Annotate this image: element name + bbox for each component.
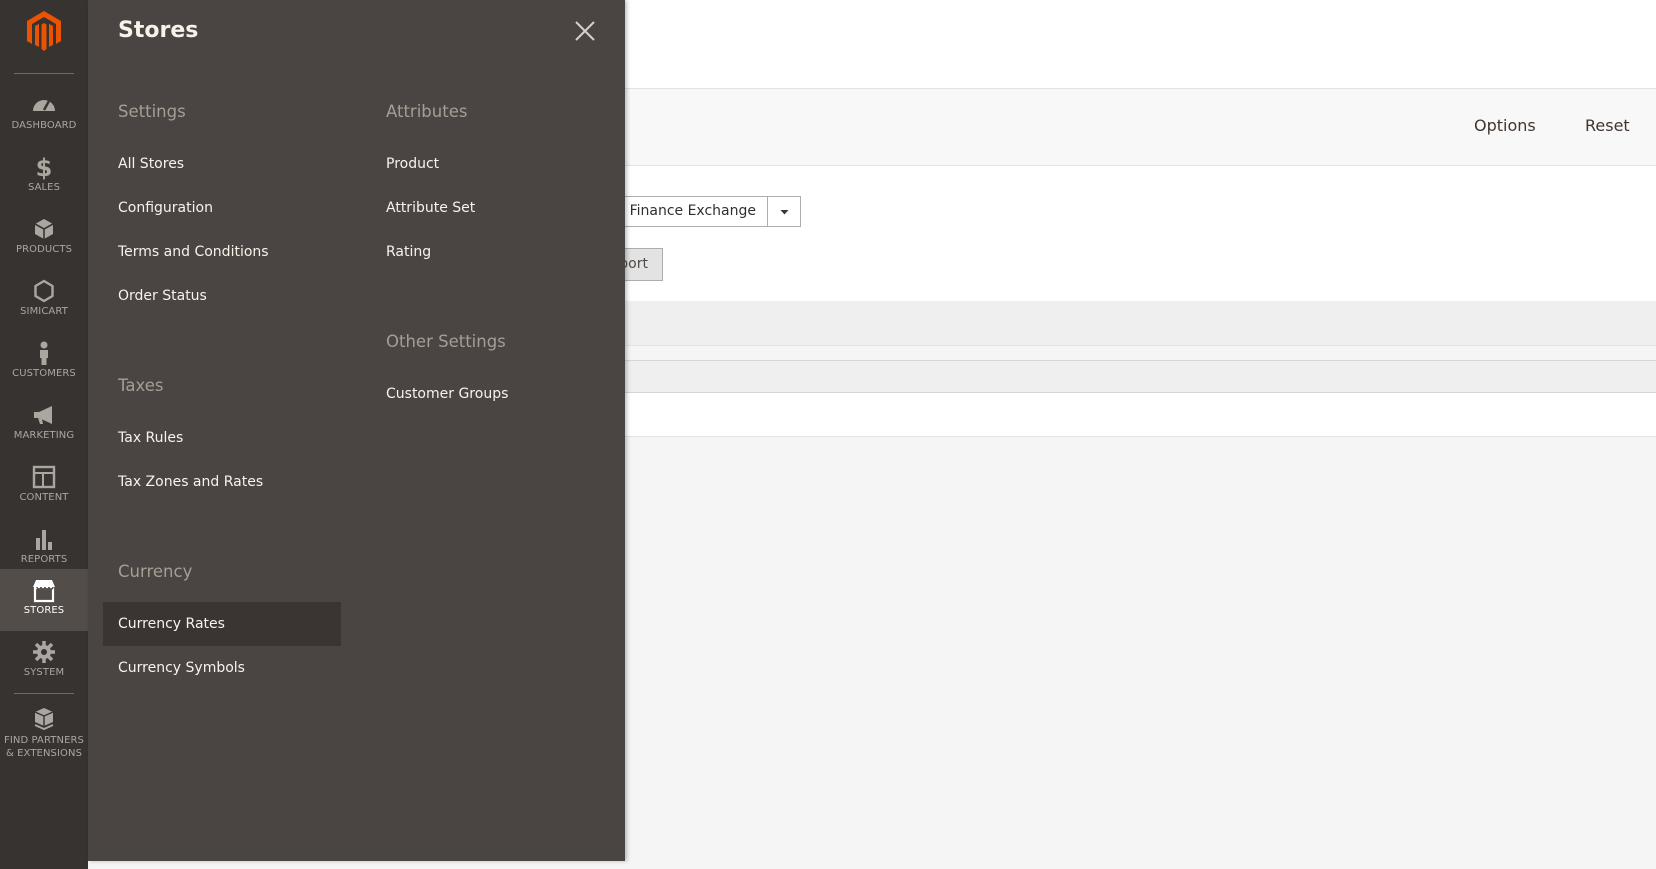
megaphone-icon [34, 406, 52, 424]
menu-item-configuration[interactable]: Configuration [118, 200, 213, 216]
gear-icon [33, 641, 55, 663]
reset-button[interactable]: Reset [1585, 116, 1630, 135]
storefront-icon [33, 580, 55, 603]
person-icon [40, 341, 48, 365]
nav-customers[interactable]: CUSTOMERS [0, 332, 88, 394]
section-attributes-heading: Attributes [386, 102, 468, 121]
nav-marketing[interactable]: MARKETING [0, 394, 88, 456]
nav-products[interactable]: PRODUCTS [0, 208, 88, 270]
nav-sales[interactable]: $ SALES [0, 146, 88, 208]
nav-stores[interactable]: STORES [0, 569, 88, 631]
magento-logo-icon[interactable] [24, 9, 64, 53]
nav-label: DASHBOARD [11, 120, 77, 131]
dollar-icon: $ [36, 154, 53, 180]
boxes-icon [34, 708, 54, 731]
nav-label: SIMICART [20, 306, 68, 317]
stores-flyout-menu: Stores Settings All Stores Configuration… [88, 0, 625, 861]
nav-find-partners[interactable]: FIND PARTNERS & EXTENSIONS [0, 698, 88, 762]
nav-label: CUSTOMERS [12, 368, 76, 379]
nav-simicart[interactable]: SIMICART [0, 270, 88, 332]
cube-icon [34, 219, 54, 239]
section-settings-heading: Settings [118, 102, 186, 121]
hexagon-icon [34, 279, 54, 303]
options-button[interactable]: Options [1474, 116, 1536, 135]
nav-content[interactable]: CONTENT [0, 456, 88, 518]
menu-item-terms-and-conditions[interactable]: Terms and Conditions [118, 244, 269, 260]
nav-label: MARKETING [13, 430, 75, 441]
chevron-down-icon [780, 210, 789, 215]
nav-label: SALES [27, 182, 61, 193]
section-taxes-heading: Taxes [118, 376, 164, 395]
bar-chart-icon [36, 530, 52, 550]
menu-item-tax-zones-and-rates[interactable]: Tax Zones and Rates [118, 474, 263, 490]
menu-item-all-stores[interactable]: All Stores [118, 156, 184, 172]
section-currency-heading: Currency [118, 562, 193, 581]
menu-item-tax-rules[interactable]: Tax Rules [118, 430, 183, 446]
nav-label: REPORTS [20, 554, 68, 565]
nav-label: CONTENT [19, 492, 69, 503]
dashboard-icon [33, 100, 55, 111]
nav-label: & EXTENSIONS [5, 748, 83, 759]
nav-label: STORES [23, 605, 65, 616]
nav-label: SYSTEM [23, 667, 65, 678]
menu-item-attribute-set[interactable]: Attribute Set [386, 200, 475, 216]
menu-item-customer-groups[interactable]: Customer Groups [386, 386, 508, 402]
svg-text:$: $ [36, 154, 53, 180]
nav-divider [14, 693, 74, 694]
menu-item-currency-symbols[interactable]: Currency Symbols [118, 660, 245, 676]
layout-icon [32, 465, 56, 489]
nav-dashboard[interactable]: DASHBOARD [0, 84, 88, 146]
menu-item-order-status[interactable]: Order Status [118, 288, 207, 304]
admin-sidebar: DASHBOARD $ SALES PRODUCTS SIMICART CUST… [0, 0, 88, 869]
close-icon[interactable] [574, 20, 596, 42]
menu-item-product[interactable]: Product [386, 156, 439, 172]
import-service-value: oo Finance Exchange [608, 203, 756, 219]
section-other-settings-heading: Other Settings [386, 332, 506, 351]
nav-label: FIND PARTNERS [3, 735, 85, 746]
dropdown-arrow[interactable] [767, 197, 800, 226]
nav-label: PRODUCTS [15, 244, 73, 255]
menu-item-currency-rates[interactable]: Currency Rates [118, 616, 225, 632]
nav-divider [14, 73, 74, 74]
nav-system[interactable]: SYSTEM [0, 631, 88, 693]
menu-item-rating[interactable]: Rating [386, 244, 431, 260]
flyout-title: Stores [118, 18, 199, 43]
